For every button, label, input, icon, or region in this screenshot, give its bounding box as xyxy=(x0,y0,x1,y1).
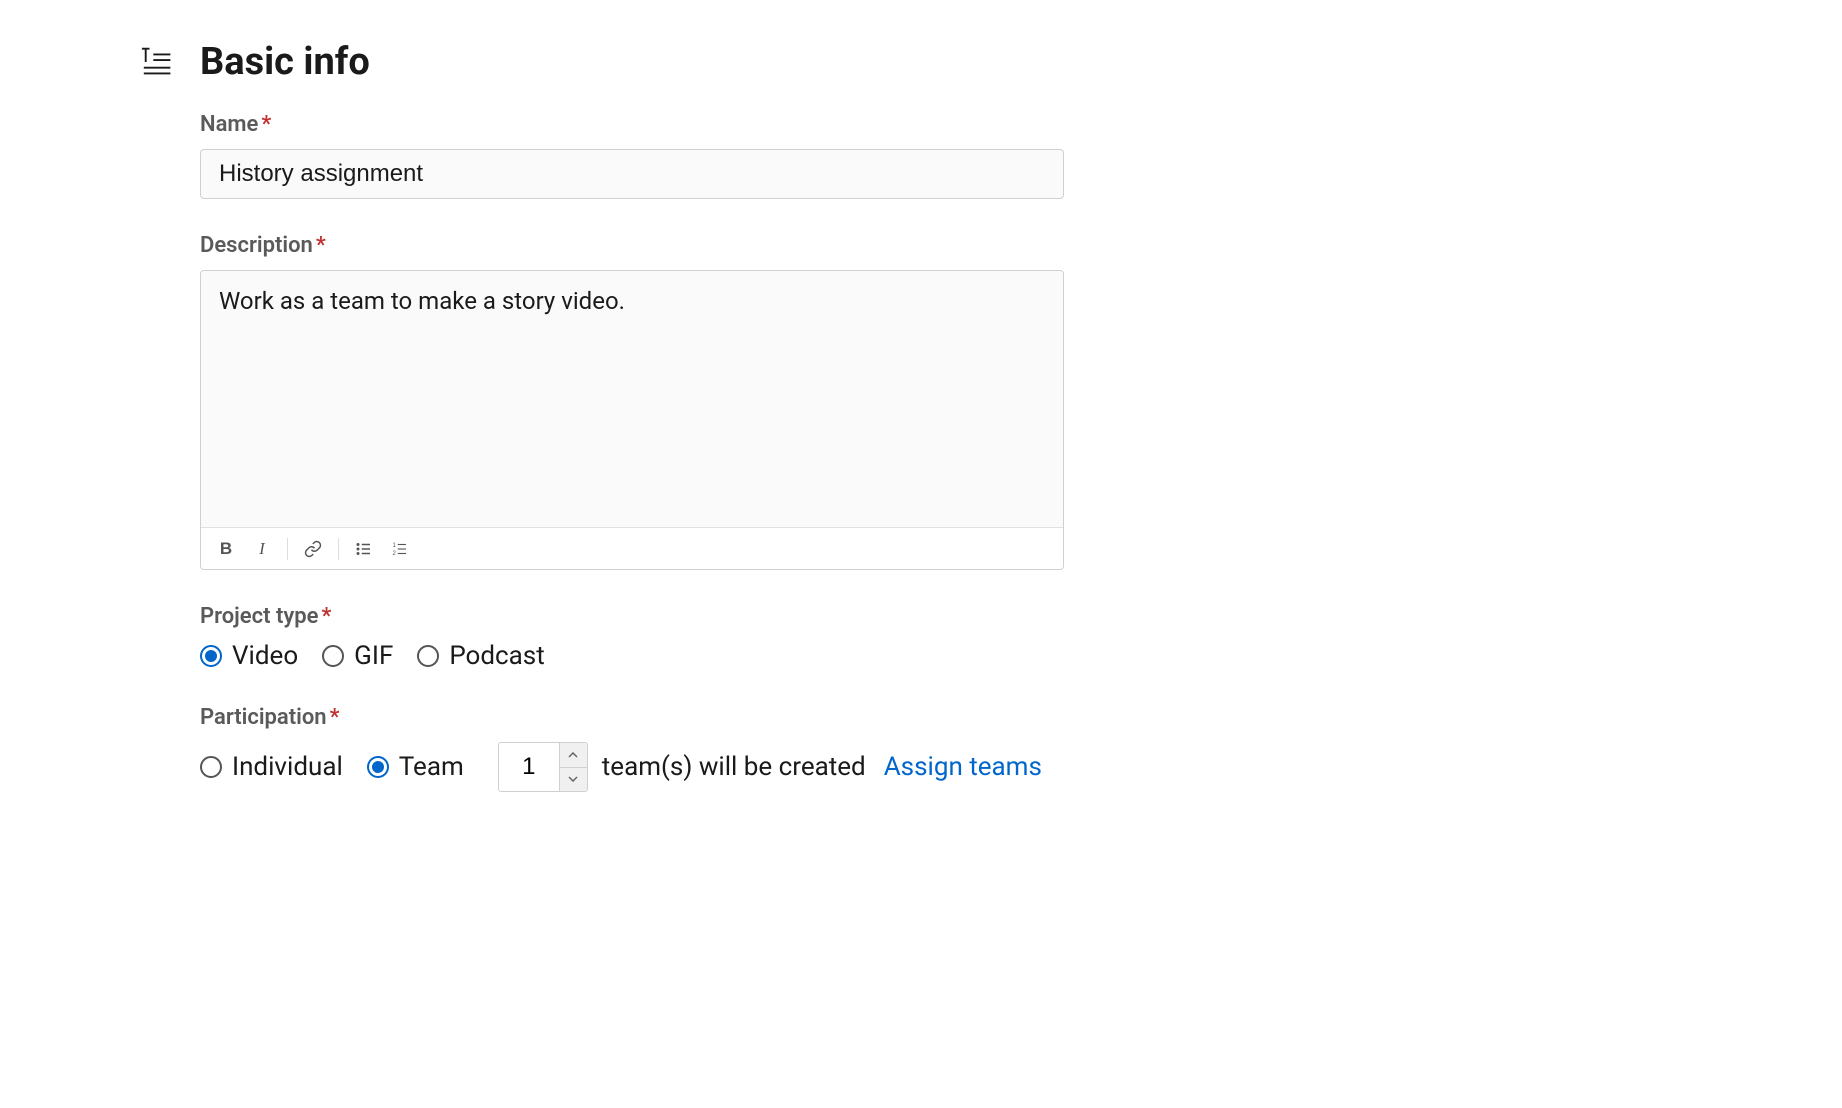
radio-label: Video xyxy=(232,641,298,671)
teams-created-text: team(s) will be created xyxy=(602,752,866,782)
name-input[interactable] xyxy=(200,149,1064,199)
project-type-radio-podcast[interactable]: Podcast xyxy=(417,641,544,671)
stepper-down-button[interactable] xyxy=(560,768,587,792)
chevron-up-icon xyxy=(568,752,578,758)
team-count-stepper xyxy=(498,742,588,792)
required-mark: * xyxy=(330,705,340,730)
participation-radio-individual[interactable]: Individual xyxy=(200,752,343,782)
description-field-group: Description* Work as a team to make a st… xyxy=(200,233,1330,570)
description-editor-area[interactable]: Work as a team to make a story video. xyxy=(201,271,1063,527)
team-count-wrap: team(s) will be created Assign teams xyxy=(498,742,1042,792)
section-title: Basic info xyxy=(200,40,370,84)
required-mark: * xyxy=(316,233,326,258)
assign-teams-link[interactable]: Assign teams xyxy=(884,752,1042,782)
team-count-input[interactable] xyxy=(499,743,559,791)
project-type-radio-video[interactable]: Video xyxy=(200,641,298,671)
project-type-field-group: Project type* Video GIF Podcast xyxy=(200,604,1330,671)
participation-radio-team[interactable]: Team xyxy=(367,752,464,782)
numbered-list-button[interactable]: 1 2 xyxy=(383,533,417,565)
bullet-list-button[interactable] xyxy=(347,533,381,565)
radio-label: Individual xyxy=(232,752,343,782)
toolbar-separator xyxy=(338,538,339,560)
numbered-list-icon: 1 2 xyxy=(391,540,409,558)
project-type-label: Project type* xyxy=(200,604,1330,629)
svg-text:1: 1 xyxy=(393,542,397,548)
project-type-label-text: Project type xyxy=(200,604,319,629)
editor-toolbar: B I xyxy=(201,527,1063,569)
radio-circle xyxy=(200,645,222,667)
stepper-buttons xyxy=(559,743,587,791)
radio-label: Team xyxy=(399,752,464,782)
required-mark: * xyxy=(322,604,332,629)
participation-label: Participation* xyxy=(200,705,1330,730)
toolbar-separator xyxy=(287,538,288,560)
section-header: Basic info xyxy=(140,40,1330,84)
rich-text-editor: Work as a team to make a story video. B … xyxy=(200,270,1064,570)
participation-label-text: Participation xyxy=(200,705,327,730)
bold-button[interactable]: B xyxy=(209,533,243,565)
project-type-radio-group: Video GIF Podcast xyxy=(200,641,1330,671)
name-label: Name* xyxy=(200,112,1330,137)
radio-circle xyxy=(367,756,389,778)
project-type-radio-gif[interactable]: GIF xyxy=(322,641,393,671)
radio-label: GIF xyxy=(354,641,393,671)
radio-circle xyxy=(417,645,439,667)
participation-radio-group: Individual Team xyxy=(200,742,1330,792)
text-lines-icon xyxy=(140,43,178,81)
radio-circle xyxy=(200,756,222,778)
participation-field-group: Participation* Individual Team xyxy=(200,705,1330,792)
bullet-list-icon xyxy=(355,540,373,558)
description-label-text: Description xyxy=(200,233,313,258)
basic-info-form: Basic info Name* Description* Work as a … xyxy=(200,40,1330,792)
description-label: Description* xyxy=(200,233,1330,258)
name-label-text: Name xyxy=(200,112,258,137)
stepper-up-button[interactable] xyxy=(560,743,587,768)
radio-label: Podcast xyxy=(449,641,544,671)
chevron-down-icon xyxy=(568,776,578,782)
required-mark: * xyxy=(261,112,271,137)
name-field-group: Name* xyxy=(200,112,1330,199)
radio-circle xyxy=(322,645,344,667)
link-icon xyxy=(304,540,322,558)
link-button[interactable] xyxy=(296,533,330,565)
svg-text:2: 2 xyxy=(393,551,397,557)
italic-button[interactable]: I xyxy=(245,533,279,565)
